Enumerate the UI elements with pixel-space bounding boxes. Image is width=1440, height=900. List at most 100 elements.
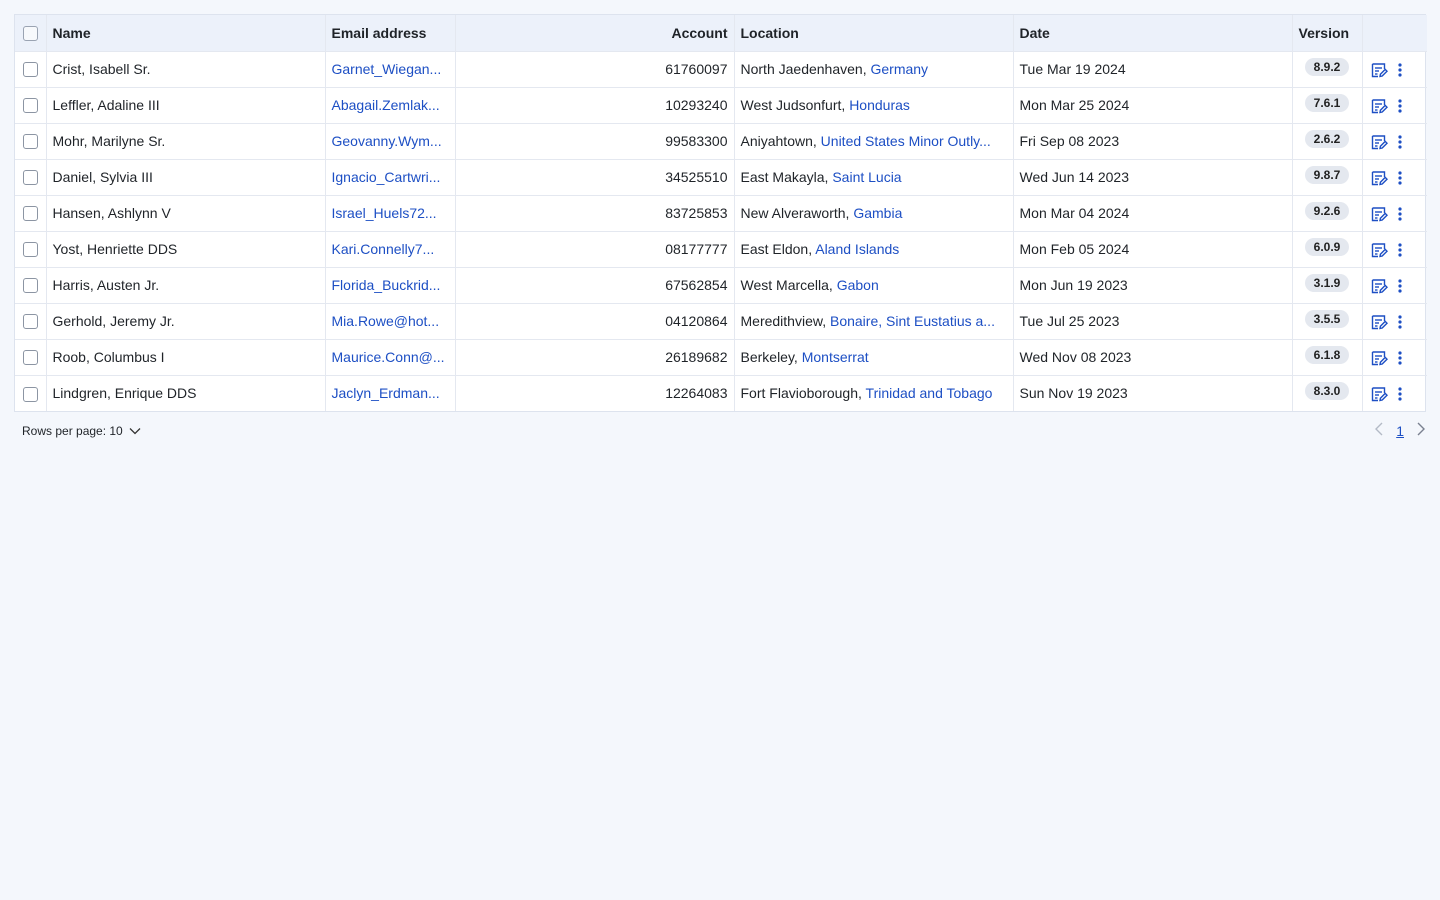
edit-list-icon[interactable]: [1371, 170, 1388, 186]
edit-list-icon[interactable]: [1371, 314, 1388, 330]
select-all-cell: [15, 15, 47, 52]
more-vertical-icon[interactable]: [1397, 242, 1403, 258]
table-row[interactable]: Lindgren, Enrique DDS Jaclyn_Erdman... 122…: [15, 375, 1427, 411]
more-vertical-icon[interactable]: [1397, 98, 1403, 114]
more-vertical-icon[interactable]: [1397, 62, 1403, 78]
table-row[interactable]: Harris, Austen Jr. Florida_Buckrid... 6756…: [15, 267, 1427, 304]
more-vertical-icon[interactable]: [1397, 314, 1403, 330]
location-country-link[interactable]: Bonaire, Sint Eustatius a...: [830, 313, 995, 329]
cell-account: 99583300: [455, 123, 735, 160]
location-country-link[interactable]: Aland Islands: [815, 241, 899, 257]
cell-email-link[interactable]: Israel_Huels72...: [325, 195, 456, 232]
cell-email-link[interactable]: Jaclyn_Erdman...: [325, 375, 456, 411]
row-checkbox[interactable]: [22, 62, 38, 78]
cell-account: 04120864: [455, 303, 735, 340]
cell-account: 61760097: [455, 51, 735, 88]
cell-email-link[interactable]: Kari.Connelly7...: [325, 231, 456, 268]
cell-name: Mohr, Marilyne Sr.: [46, 123, 326, 160]
table-row[interactable]: Crist, Isabell Sr. Garnet_Wiegan... 617600…: [15, 51, 1427, 88]
column-header-email[interactable]: Email address: [325, 15, 456, 52]
row-checkbox[interactable]: [22, 386, 38, 402]
row-select-cell: [15, 123, 47, 160]
row-checkbox[interactable]: [22, 98, 38, 114]
chevron-right-icon[interactable]: [1416, 422, 1426, 439]
cell-actions: [1362, 195, 1427, 232]
version-badge: 9.8.7: [1304, 166, 1350, 184]
edit-list-icon[interactable]: [1371, 278, 1388, 294]
row-checkbox[interactable]: [22, 134, 38, 150]
cell-email-link[interactable]: Ignacio_Cartwri...: [325, 159, 456, 196]
edit-list-icon[interactable]: [1371, 206, 1388, 222]
version-badge: 8.3.0: [1304, 382, 1350, 401]
table-row[interactable]: Roob, Columbus I Maurice.Conn@... 26189682…: [15, 339, 1427, 376]
more-vertical-icon[interactable]: [1397, 386, 1403, 402]
location-city: North Jaedenhaven,: [740, 61, 867, 77]
row-select-cell: [15, 51, 47, 88]
cell-actions: [1362, 231, 1427, 268]
location-country-link[interactable]: Montserrat: [802, 349, 869, 365]
cell-version: 3.5.5: [1292, 303, 1363, 340]
select-all-checkbox[interactable]: [22, 26, 38, 42]
cell-email-link[interactable]: Garnet_Wiegan...: [325, 51, 456, 88]
column-header-location[interactable]: Location: [734, 15, 1014, 52]
column-header-account[interactable]: Account: [455, 15, 735, 52]
row-select-cell: [15, 195, 47, 232]
version-badge: 7.6.1: [1304, 94, 1350, 112]
more-vertical-icon[interactable]: [1397, 170, 1403, 186]
location-country-link[interactable]: Saint Lucia: [832, 169, 901, 185]
edit-list-icon[interactable]: [1371, 242, 1388, 258]
table-row[interactable]: Leffler, Adaline III Abagail.Zemlak... 102…: [15, 87, 1427, 124]
cell-version: 8.3.0: [1292, 375, 1363, 411]
row-checkbox[interactable]: [22, 170, 38, 186]
row-checkbox[interactable]: [22, 278, 38, 294]
location-country-link[interactable]: Honduras: [849, 97, 910, 113]
row-checkbox[interactable]: [22, 242, 38, 258]
location-country-link[interactable]: Gabon: [837, 277, 879, 293]
more-vertical-icon[interactable]: [1397, 134, 1403, 150]
cell-account: 08177777: [455, 231, 735, 268]
more-vertical-icon[interactable]: [1397, 278, 1403, 294]
table-header-row: Name Email address Account Location Date…: [15, 15, 1427, 52]
rows-per-page-select[interactable]: Rows per page: 10: [22, 424, 141, 438]
row-checkbox[interactable]: [22, 206, 38, 222]
table-row[interactable]: Hansen, Ashlynn V Israel_Huels72... 837258…: [15, 195, 1427, 232]
cell-date: Wed Nov 08 2023: [1013, 339, 1293, 376]
cell-name: Leffler, Adaline III: [46, 87, 326, 124]
cell-email-link[interactable]: Abagail.Zemlak...: [325, 87, 456, 124]
cell-email-link[interactable]: Geovanny.Wym...: [325, 123, 456, 160]
cell-actions: [1362, 267, 1427, 304]
edit-list-icon[interactable]: [1371, 134, 1388, 150]
row-checkbox[interactable]: [22, 314, 38, 330]
location-city: East Makayla,: [740, 169, 829, 185]
column-header-name[interactable]: Name: [46, 15, 326, 52]
row-checkbox[interactable]: [22, 350, 38, 366]
column-header-date[interactable]: Date: [1013, 15, 1293, 52]
rows-per-page-label: Rows per page: 10: [22, 424, 123, 438]
table-footer: Rows per page: 10 1: [22, 422, 1426, 442]
table-row[interactable]: Gerhold, Jeremy Jr. Mia.Rowe@hot... 041208…: [15, 303, 1427, 340]
location-country-link[interactable]: United States Minor Outly...: [821, 133, 991, 149]
location-country-link[interactable]: Trinidad and Tobago: [866, 385, 993, 401]
location-country-link[interactable]: Germany: [870, 61, 928, 77]
edit-list-icon[interactable]: [1371, 62, 1388, 78]
more-vertical-icon[interactable]: [1397, 350, 1403, 366]
edit-list-icon[interactable]: [1371, 386, 1388, 402]
cell-email-link[interactable]: Mia.Rowe@hot...: [325, 303, 456, 340]
table-row[interactable]: Mohr, Marilyne Sr. Geovanny.Wym... 9958330…: [15, 123, 1427, 160]
cell-date: Tue Mar 19 2024: [1013, 51, 1293, 88]
cell-email-link[interactable]: Florida_Buckrid...: [325, 267, 456, 304]
cell-version: 7.6.1: [1292, 87, 1363, 124]
cell-date: Mon Mar 25 2024: [1013, 87, 1293, 124]
edit-list-icon[interactable]: [1371, 98, 1388, 114]
column-header-version[interactable]: Version: [1292, 15, 1363, 52]
more-vertical-icon[interactable]: [1397, 206, 1403, 222]
cell-email-link[interactable]: Maurice.Conn@...: [325, 339, 456, 376]
page-number-current[interactable]: 1: [1396, 423, 1404, 439]
cell-actions: [1362, 51, 1427, 88]
chevron-left-icon[interactable]: [1374, 422, 1384, 439]
table-row[interactable]: Daniel, Sylvia III Ignacio_Cartwri... 3452…: [15, 159, 1427, 196]
cell-date: Mon Mar 04 2024: [1013, 195, 1293, 232]
location-country-link[interactable]: Gambia: [853, 205, 902, 221]
edit-list-icon[interactable]: [1371, 350, 1388, 366]
table-row[interactable]: Yost, Henriette DDS Kari.Connelly7... 0817…: [15, 231, 1427, 268]
